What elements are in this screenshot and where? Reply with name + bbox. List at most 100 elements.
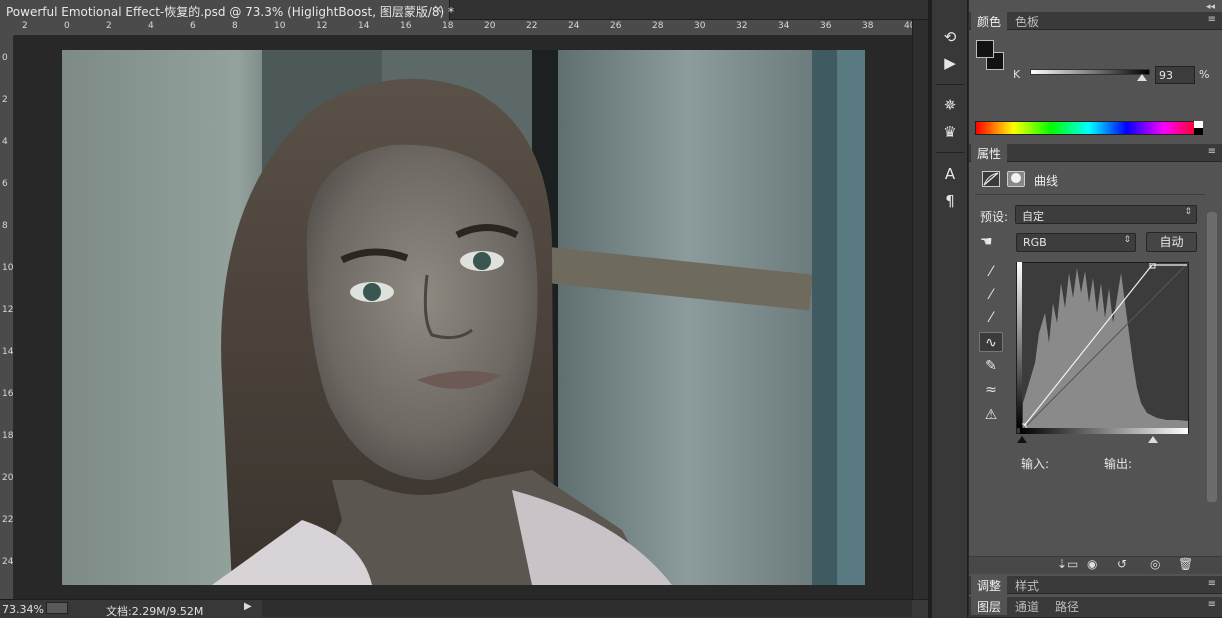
delete-trash-icon[interactable]: 🗑	[1178, 557, 1193, 571]
status-menu-arrow-icon[interactable]: ▶	[244, 601, 252, 612]
history-tool-icon[interactable]: ⟲	[938, 26, 962, 48]
properties-panel-menu-icon[interactable]: ≡	[1208, 146, 1216, 157]
curves-adjustment-icon[interactable]	[982, 171, 1000, 187]
tool-separator	[936, 152, 964, 153]
ruler-mark: 38	[862, 21, 874, 31]
curves-histogram	[1020, 262, 1189, 430]
tab-channels[interactable]: 通道	[1009, 597, 1045, 615]
targeted-adjustment-hand-icon[interactable]: ☚	[980, 234, 993, 250]
foreground-color-swatch[interactable]	[976, 40, 994, 58]
mask-circle-icon	[1011, 173, 1021, 183]
preset-value: 自定	[1022, 210, 1044, 223]
portrait-image	[62, 50, 865, 585]
paragraph-icon[interactable]: ¶	[938, 190, 962, 212]
adjustments-panel-menu-icon[interactable]: ≡	[1208, 578, 1216, 589]
ruler-mark: 40	[904, 21, 912, 31]
character-icon[interactable]: A	[938, 163, 962, 185]
tab-paths[interactable]: 路径	[1049, 597, 1085, 615]
ruler-mark: 0	[64, 21, 70, 31]
horizontal-ruler[interactable]: 20246810121416182022242628303234363840	[14, 20, 912, 36]
actions-play-icon[interactable]: ▶	[938, 52, 962, 74]
sample-black-eyedropper-icon[interactable]: ⁄	[979, 262, 1003, 282]
collapse-panels-icon[interactable]: ◂◂	[1206, 2, 1215, 12]
sample-white-eyedropper-icon[interactable]: ⁄	[979, 308, 1003, 328]
tab-adjustments[interactable]: 调整	[971, 576, 1008, 594]
clone-source-icon[interactable]: ♛	[938, 121, 962, 143]
k-value-input[interactable]	[1155, 66, 1195, 84]
color-panel-menu-icon[interactable]: ≡	[1208, 14, 1216, 25]
ruler-mark: 4	[148, 21, 154, 31]
ruler-mark: 20	[2, 473, 14, 483]
ruler-mark: 2	[2, 95, 8, 105]
vertical-ruler[interactable]: 0 2 4 6 8 10 12 14 16 18 20 22 24	[0, 36, 14, 599]
k-channel-slider[interactable]	[1030, 69, 1150, 75]
ruler-mark: 4	[2, 137, 8, 147]
ruler-mark: 18	[2, 431, 14, 441]
curve-edit-icon[interactable]: ∿	[979, 332, 1003, 352]
ruler-mark: 12	[316, 21, 328, 31]
ruler-mark: 10	[274, 21, 286, 31]
channel-select[interactable]: RGB ⇕	[1016, 233, 1136, 252]
ruler-mark: 20	[484, 21, 496, 31]
smooth-curve-icon[interactable]: ≈	[979, 380, 1003, 400]
clipping-warning-icon[interactable]: ⚠	[979, 405, 1003, 425]
output-gradient-bar	[1017, 262, 1022, 428]
tab-properties[interactable]: 属性	[971, 144, 1008, 162]
ruler-mark: 22	[526, 21, 538, 31]
document-title: Powerful Emotional Effect-恢复的.psd @ 73.3…	[6, 5, 455, 19]
k-slider-thumb[interactable]	[1136, 74, 1147, 81]
visibility-eye-icon[interactable]: ◎	[1150, 557, 1160, 571]
ruler-mark: 24	[568, 21, 580, 31]
ruler-mark: 28	[652, 21, 664, 31]
color-panel-tabs: 颜色 色板 ≡	[969, 12, 1222, 30]
k-channel-label: K	[1013, 68, 1021, 81]
preset-label: 预设:	[980, 210, 1009, 224]
ruler-mark: 2	[22, 21, 28, 31]
pencil-draw-icon[interactable]: ✎	[979, 356, 1003, 376]
tab-layers[interactable]: 图层	[971, 597, 1008, 615]
black-point-slider[interactable]	[1017, 436, 1027, 443]
ruler-mark: 10	[2, 263, 14, 273]
brush-settings-icon[interactable]: ✵	[938, 94, 962, 116]
tab-swatches[interactable]: 色板	[1009, 12, 1045, 30]
color-spectrum-ramp[interactable]	[975, 121, 1203, 135]
chevron-updown-icon: ⇕	[1184, 207, 1192, 217]
canvas-vertical-scrollbar[interactable]	[912, 20, 928, 599]
reset-icon[interactable]: ↺	[1117, 557, 1127, 571]
adjustments-panel-tabs: 调整 样式 ≡	[969, 576, 1222, 594]
ruler-mark: 12	[2, 305, 14, 315]
tab-styles[interactable]: 样式	[1009, 576, 1045, 594]
close-document-icon[interactable]: ×	[433, 2, 443, 16]
layers-panel-menu-icon[interactable]: ≡	[1208, 599, 1216, 610]
ruler-mark: 36	[820, 21, 832, 31]
input-label: 输入:	[1021, 457, 1050, 471]
ruler-mark: 2	[106, 21, 112, 31]
preset-select[interactable]: 自定 ⇕	[1015, 205, 1197, 224]
channel-value: RGB	[1023, 236, 1047, 249]
canvas-horizontal-scrollbar[interactable]	[262, 600, 912, 617]
ruler-mark: 6	[2, 179, 8, 189]
view-previous-icon[interactable]: ◉	[1087, 557, 1097, 571]
ruler-origin[interactable]	[0, 20, 14, 36]
document-image[interactable]	[62, 50, 865, 585]
clip-to-layer-icon[interactable]: ⇣▭	[1057, 557, 1078, 571]
curves-graph[interactable]	[1016, 262, 1189, 434]
panel-icon-strip: ⟲ ▶ ✵ ♛ A ¶	[932, 0, 968, 618]
tab-color[interactable]: 颜色	[971, 12, 1008, 30]
ruler-mark: 6	[190, 21, 196, 31]
sample-gray-eyedropper-icon[interactable]: ⁄	[979, 285, 1003, 305]
ruler-mark: 8	[2, 221, 8, 231]
document-size-info: 文档:2.29M/9.52M	[106, 605, 204, 618]
tool-separator	[936, 84, 964, 85]
white-point-slider[interactable]	[1148, 436, 1158, 443]
zoom-toggle-icon[interactable]	[46, 602, 68, 614]
black-white-swatch[interactable]	[1194, 121, 1203, 135]
ruler-mark: 30	[694, 21, 706, 31]
output-label: 输出:	[1104, 457, 1133, 471]
document-tab[interactable]: Powerful Emotional Effect-恢复的.psd @ 73.3…	[0, 0, 454, 20]
ruler-mark: 14	[2, 347, 14, 357]
ruler-mark: 32	[736, 21, 748, 31]
zoom-level[interactable]: 73.34%	[2, 603, 44, 616]
auto-button[interactable]: 自动	[1146, 232, 1197, 252]
properties-scrollbar[interactable]	[1207, 212, 1217, 502]
